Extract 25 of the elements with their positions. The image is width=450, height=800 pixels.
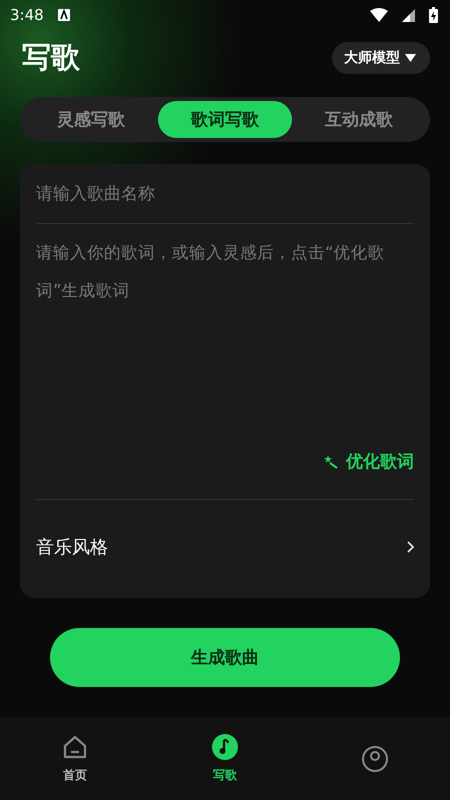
music-note-icon <box>211 733 239 761</box>
generate-song-button[interactable]: 生成歌曲 <box>50 628 400 687</box>
signal-icon <box>402 8 415 22</box>
mode-tab[interactable]: 互动成歌 <box>292 101 426 138</box>
notification-icon <box>58 9 70 21</box>
mode-tab[interactable]: 灵感写歌 <box>24 101 158 138</box>
model-dropdown[interactable]: 大师模型 <box>332 42 430 74</box>
music-style-row[interactable]: 音乐风格 <box>36 500 414 594</box>
profile-icon <box>361 744 389 772</box>
magic-wand-icon <box>324 454 338 468</box>
home-icon <box>61 733 89 761</box>
lyrics-field[interactable]: 请输入你的歌词，或输入灵感后，点击“优化歌词”生成歌词 <box>36 224 414 424</box>
wifi-icon <box>370 8 388 22</box>
nav-item[interactable]: 写歌 <box>150 717 300 800</box>
status-time: 3:48 <box>10 6 44 24</box>
battery-icon <box>429 7 438 23</box>
song-name-field[interactable]: 请输入歌曲名称 <box>36 164 414 223</box>
music-style-label: 音乐风格 <box>36 536 108 559</box>
form-card[interactable]: 请输入歌曲名称 请输入你的歌词，或输入灵感后，点击“优化歌词”生成歌词 优化歌词 音乐风格 <box>20 164 430 598</box>
optimize-lyrics-button[interactable]: 优化歌词 <box>324 450 414 473</box>
nav-item[interactable]: 首页 <box>0 717 150 800</box>
page-title: 写歌 <box>22 38 80 76</box>
mode-tab[interactable]: 歌词写歌 <box>158 101 292 138</box>
chevron-right-icon <box>407 541 414 553</box>
caret-icon <box>405 54 416 62</box>
